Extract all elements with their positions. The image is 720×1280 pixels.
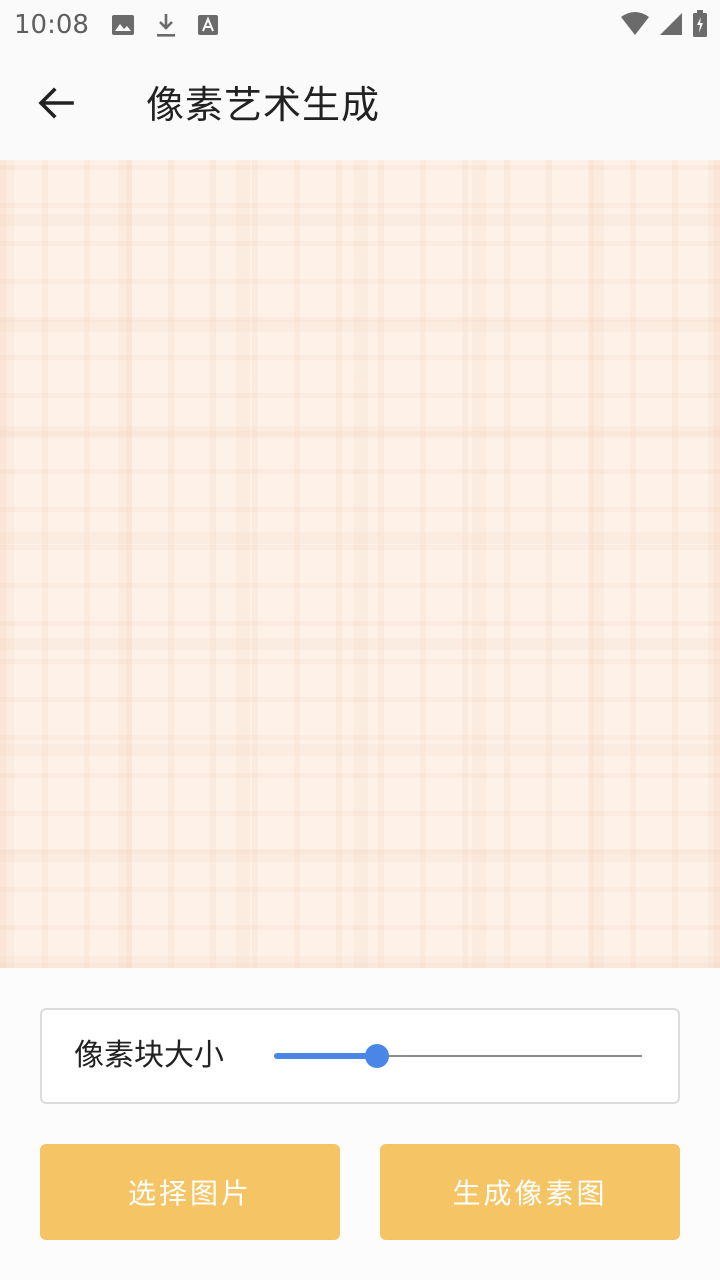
slider-thumb[interactable] bbox=[365, 1044, 390, 1068]
status-time: 10:08 bbox=[14, 10, 89, 40]
page-title: 像素艺术生成 bbox=[146, 83, 381, 127]
download-icon bbox=[155, 12, 177, 38]
pixel-size-slider[interactable] bbox=[274, 1044, 642, 1068]
app-bar: 像素艺术生成 bbox=[0, 50, 720, 160]
notification-icons bbox=[111, 12, 219, 38]
arrow-left-icon bbox=[38, 87, 74, 123]
image-preview bbox=[0, 160, 720, 968]
status-bar: 10:08 bbox=[0, 0, 720, 50]
signal-icon bbox=[658, 11, 684, 37]
generate-pixel-button[interactable]: 生成像素图 bbox=[380, 1144, 680, 1240]
back-button[interactable] bbox=[24, 73, 88, 137]
pixel-size-label: 像素块大小 bbox=[74, 1038, 224, 1073]
select-image-button[interactable]: 选择图片 bbox=[40, 1144, 340, 1240]
controls-panel: 像素块大小 选择图片 生成像素图 bbox=[0, 968, 720, 1280]
wifi-icon bbox=[620, 11, 650, 37]
battery-charging-icon bbox=[692, 10, 708, 38]
slider-fill bbox=[274, 1053, 378, 1059]
text-a-icon bbox=[197, 14, 219, 36]
pixel-size-card: 像素块大小 bbox=[40, 1008, 680, 1104]
image-icon bbox=[111, 14, 135, 36]
system-icons bbox=[620, 10, 708, 38]
